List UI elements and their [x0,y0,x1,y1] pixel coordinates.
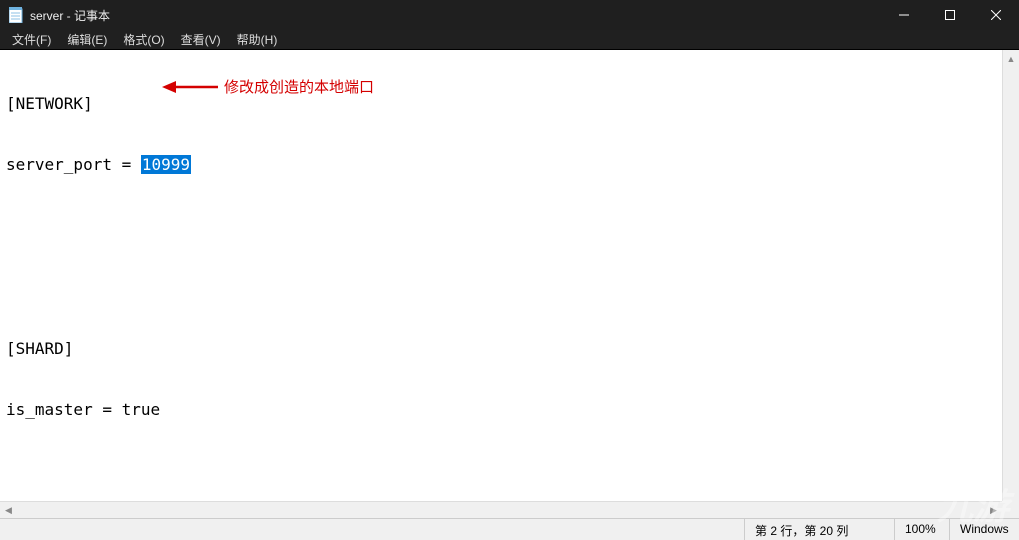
selected-text: 10999 [141,155,191,174]
text-line: is_master = true [6,400,1013,420]
close-button[interactable] [973,0,1019,30]
statusbar: 第 2 行，第 20 列 100% Windows [0,518,1019,540]
scroll-thumb[interactable] [1003,67,1019,501]
titlebar-left: server - 记事本 [8,7,110,24]
scroll-up-icon[interactable]: ▲ [1003,50,1019,67]
menu-edit[interactable]: 编辑(E) [59,29,115,50]
text-line [6,461,1013,481]
text-line: [SHARD] [6,339,1013,359]
window-controls [881,0,1019,30]
horizontal-scrollbar[interactable]: ◀ ▶ [0,501,1002,518]
minimize-button[interactable] [881,0,927,30]
text-span: server_port = [6,155,141,174]
text-line: [NETWORK] [6,94,1013,114]
window-title: server - 记事本 [30,7,110,24]
titlebar: server - 记事本 [0,0,1019,30]
scroll-corner [1002,501,1019,518]
menu-help[interactable]: 帮助(H) [229,29,286,50]
text-line [6,217,1013,237]
status-zoom: 100% [894,519,949,540]
scroll-left-icon[interactable]: ◀ [0,502,17,518]
text-line: server_port = 10999 [6,155,1013,175]
status-os: Windows [949,519,1019,540]
menu-file[interactable]: 文件(F) [4,29,59,50]
menu-view[interactable]: 查看(V) [173,29,229,50]
scroll-thumb[interactable] [17,502,985,518]
scroll-right-icon[interactable]: ▶ [985,502,1002,518]
text-line [6,278,1013,298]
menu-format[interactable]: 格式(O) [115,29,172,50]
vertical-scrollbar[interactable]: ▲ ▼ [1002,50,1019,518]
text-editor[interactable]: [NETWORK] server_port = 10999 [SHARD] is… [0,50,1019,518]
maximize-button[interactable] [927,0,973,30]
status-position: 第 2 行，第 20 列 [744,519,894,540]
notepad-icon [8,7,24,23]
menubar: 文件(F) 编辑(E) 格式(O) 查看(V) 帮助(H) [0,30,1019,50]
editor-wrap: [NETWORK] server_port = 10999 [SHARD] is… [0,50,1019,518]
